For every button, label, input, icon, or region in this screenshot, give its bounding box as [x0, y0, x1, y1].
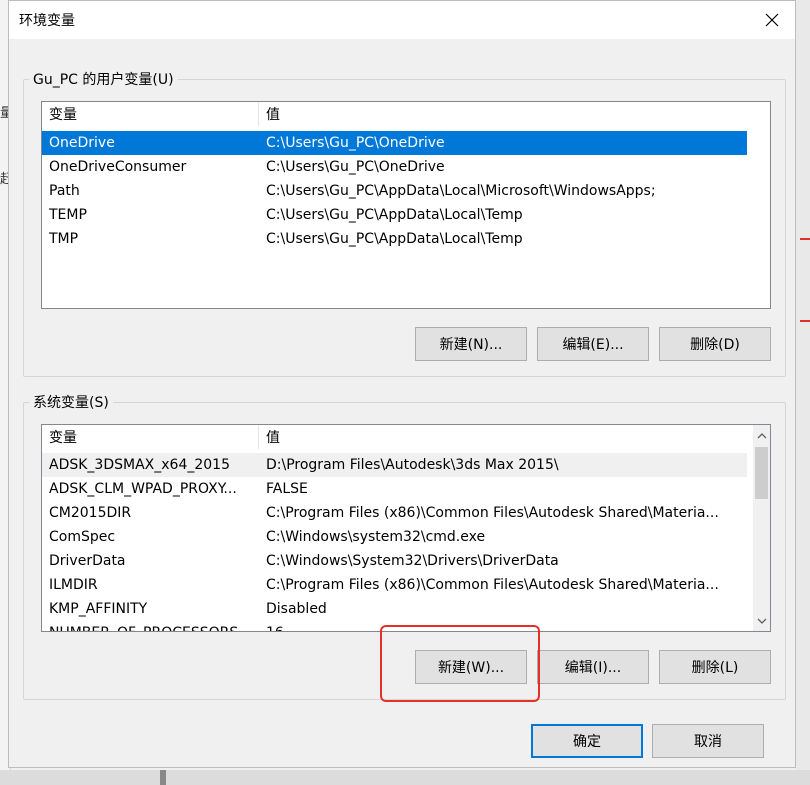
column-header-value[interactable]: 值 — [259, 102, 280, 126]
variable-value: C:\Windows\system32\cmd.exe — [266, 529, 486, 545]
chevron-down-icon — [757, 618, 766, 624]
variable-value: C:\Users\Gu_PC\OneDrive — [266, 159, 445, 175]
variable-value: C:\Windows\System32\Drivers\DriverData — [266, 553, 559, 569]
background-bar — [160, 770, 166, 785]
table-row[interactable]: TEMP C:\Users\Gu_PC\AppData\Local\Temp — [42, 203, 747, 227]
variable-value: C:\Users\Gu_PC\AppData\Local\Temp — [266, 231, 523, 247]
vertical-scrollbar[interactable] — [753, 425, 770, 631]
list-header: 变量 值 — [42, 425, 753, 449]
table-row[interactable]: TMP C:\Users\Gu_PC\AppData\Local\Temp — [42, 227, 747, 251]
user-variables-list[interactable]: 变量 值 OneDrive C:\Users\Gu_PC\OneDrive On… — [41, 101, 771, 309]
variable-value: FALSE — [266, 481, 308, 497]
system-new-button[interactable]: 新建(W)... — [415, 650, 527, 684]
column-header-value[interactable]: 值 — [259, 425, 280, 449]
table-row[interactable]: ComSpec C:\Windows\system32\cmd.exe — [42, 525, 747, 549]
variable-name: ADSK_CLM_WPAD_PROXY... — [49, 481, 237, 497]
variable-name: Path — [49, 183, 80, 199]
column-header-variable[interactable]: 变量 — [42, 102, 259, 126]
variable-name: ComSpec — [49, 529, 116, 545]
variable-name: TMP — [49, 231, 79, 247]
table-row[interactable]: CM2015DIR C:\Program Files (x86)\Common … — [42, 501, 747, 525]
system-delete-button[interactable]: 删除(L) — [659, 650, 771, 684]
background-red-mark — [800, 238, 810, 240]
title-bar: 环境变量 — [9, 1, 795, 39]
table-row[interactable]: ADSK_3DSMAX_x64_2015 D:\Program Files\Au… — [42, 453, 747, 477]
table-row[interactable]: OneDriveConsumer C:\Users\Gu_PC\OneDrive — [42, 155, 747, 179]
variable-value: C:\Users\Gu_PC\AppData\Local\Microsoft\W… — [266, 183, 656, 199]
user-variables-label: Gu_PC 的用户变量(U) — [29, 69, 178, 89]
user-new-button[interactable]: 新建(N)... — [415, 327, 527, 361]
variable-value: C:\Program Files (x86)\Common Files\Auto… — [266, 577, 719, 593]
background-red-mark — [800, 320, 810, 322]
variable-name: KMP_AFFINITY — [49, 601, 148, 617]
variable-value: D:\Program Files\Autodesk\3ds Max 2015\ — [266, 457, 559, 473]
background-window-bottom — [0, 770, 810, 785]
system-variables-list[interactable]: 变量 值 ADSK_3DSMAX_x64_2015 D:\Program Fil… — [41, 424, 771, 632]
variable-name: ILMDIR — [49, 577, 98, 593]
variable-name: OneDriveConsumer — [49, 159, 187, 175]
table-row[interactable]: ILMDIR C:\Program Files (x86)\Common Fil… — [42, 573, 747, 597]
table-row[interactable]: DriverData C:\Windows\System32\Drivers\D… — [42, 549, 747, 573]
table-row[interactable]: OneDrive C:\Users\Gu_PC\OneDrive — [42, 131, 747, 155]
variable-name: OneDrive — [49, 135, 115, 151]
column-header-variable[interactable]: 变量 — [42, 425, 259, 449]
table-row[interactable]: NUMBER_OF_PROCESSORS 16 — [42, 621, 747, 631]
ok-button[interactable]: 确定 — [531, 724, 643, 758]
variable-value: C:\Users\Gu_PC\AppData\Local\Temp — [266, 207, 523, 223]
system-variables-label: 系统变量(S) — [29, 392, 113, 412]
table-row[interactable]: KMP_AFFINITY Disabled — [42, 597, 747, 621]
close-icon — [765, 13, 779, 27]
variable-value: C:\Users\Gu_PC\OneDrive — [266, 135, 445, 151]
table-row[interactable]: Path C:\Users\Gu_PC\AppData\Local\Micros… — [42, 179, 747, 203]
close-button[interactable] — [749, 1, 795, 39]
environment-variables-dialog: 环境变量 Gu_PC 的用户变量(U) 变量 值 OneDrive C:\Use… — [8, 0, 796, 768]
variable-name: DriverData — [49, 553, 126, 569]
scroll-down-button[interactable] — [753, 612, 770, 629]
user-delete-button[interactable]: 删除(D) — [659, 327, 771, 361]
variable-name: CM2015DIR — [49, 505, 132, 521]
scroll-up-button[interactable] — [753, 427, 770, 444]
table-row[interactable]: ADSK_CLM_WPAD_PROXY... FALSE — [42, 477, 747, 501]
variable-name: ADSK_3DSMAX_x64_2015 — [49, 457, 230, 473]
variable-value: Disabled — [266, 601, 327, 617]
list-header: 变量 值 — [42, 102, 770, 126]
system-edit-button[interactable]: 编辑(I)... — [537, 650, 649, 684]
chevron-up-icon — [757, 432, 766, 438]
user-edit-button[interactable]: 编辑(E)... — [537, 327, 649, 361]
scrollbar-thumb[interactable] — [755, 447, 768, 499]
variable-name: NUMBER_OF_PROCESSORS — [42, 621, 259, 631]
background-window-right — [796, 0, 810, 785]
variable-value: C:\Program Files (x86)\Common Files\Auto… — [266, 505, 719, 521]
cancel-button[interactable]: 取消 — [652, 724, 764, 758]
dialog-title: 环境变量 — [19, 13, 75, 29]
variable-name: TEMP — [49, 207, 87, 223]
variable-value: 16 — [259, 621, 284, 631]
